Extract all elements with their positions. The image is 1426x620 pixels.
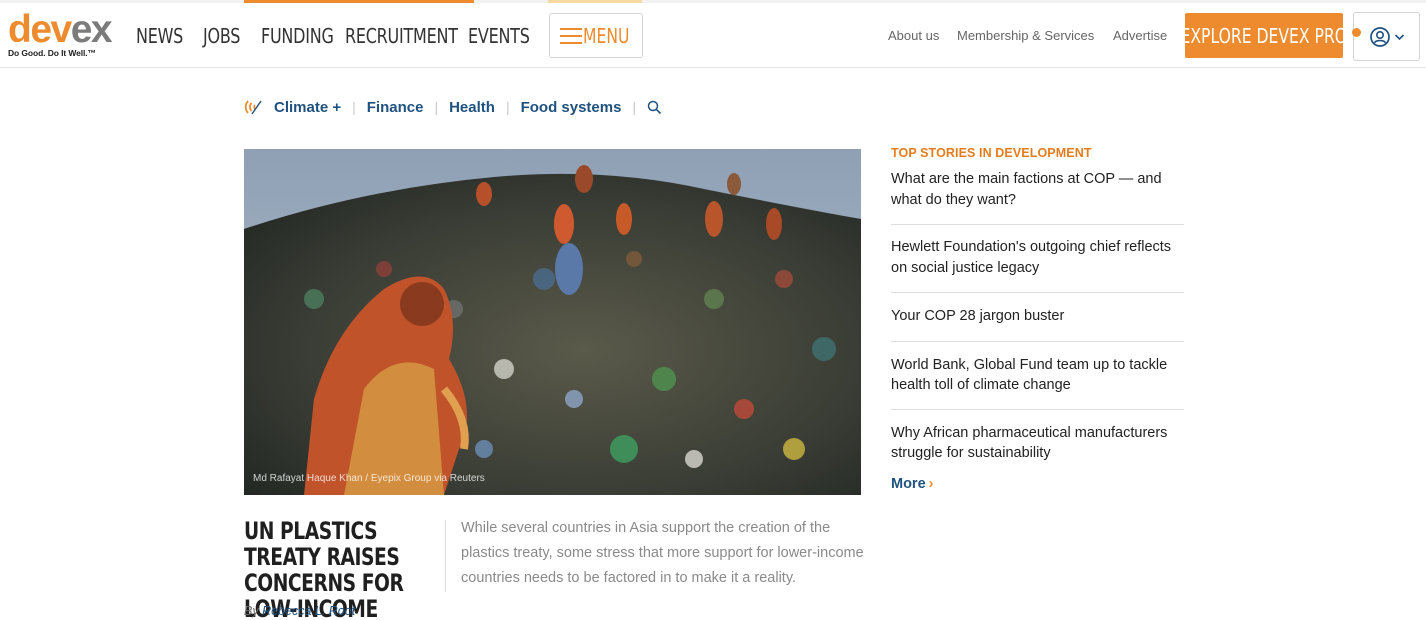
topic-separator: | [505, 99, 510, 115]
menu-label: MENU [582, 23, 629, 48]
nav-jobs[interactable]: JOBS [203, 24, 240, 48]
story-link[interactable]: Your COP 28 jargon buster [891, 293, 1184, 342]
byline-prefix: By [244, 604, 259, 618]
byline: By Rebecca L. Root [244, 604, 355, 618]
divider [445, 520, 446, 592]
notification-dot [1352, 28, 1361, 37]
devex-logo[interactable]: devex Do Good. Do It Well.™ [8, 8, 118, 59]
feature-image[interactable]: Md Rafayat Haque Khan / Eyepix Group via… [244, 149, 861, 495]
topic-separator: | [352, 99, 356, 115]
nav-funding[interactable]: FUNDING [261, 24, 334, 48]
chevron-right-icon: › [928, 475, 934, 492]
membership-services-link[interactable]: Membership & Services [957, 28, 1094, 43]
menu-button[interactable]: MENU [549, 13, 643, 58]
climate-icon [244, 100, 262, 115]
topic-separator: | [632, 99, 637, 115]
about-us-link[interactable]: About us [888, 28, 939, 43]
advertise-link[interactable]: Advertise [1113, 28, 1167, 43]
topic-climate[interactable]: Climate + [274, 99, 341, 116]
topic-bar: Climate + | Finance | Health | Food syst… [244, 96, 662, 118]
search-icon[interactable] [647, 100, 662, 115]
site-header: devex Do Good. Do It Well.™ NEWS JOBS FU… [0, 3, 1426, 68]
story-link[interactable]: World Bank, Global Fund team up to tackl… [891, 342, 1184, 410]
topic-separator: | [434, 99, 439, 115]
topic-finance[interactable]: Finance [367, 99, 424, 116]
story-link[interactable]: What are the main factions at COP — and … [891, 160, 1184, 225]
sidebar-title: TOP STORIES IN DEVELOPMENT [891, 146, 1092, 160]
feature-summary: While several countries in Asia support … [461, 520, 864, 586]
hamburger-icon [560, 27, 582, 45]
user-circle-icon [1369, 26, 1390, 47]
more-label: More [891, 475, 926, 492]
image-credit: Md Rafayat Haque Khan / Eyepix Group via… [253, 473, 485, 484]
story-link[interactable]: Why African pharmaceutical manufacturers… [891, 410, 1184, 464]
account-button[interactable] [1353, 12, 1420, 61]
nav-recruitment[interactable]: RECRUITMENT [345, 24, 458, 48]
chevron-down-icon [1394, 33, 1404, 40]
nav-news[interactable]: NEWS [136, 24, 183, 48]
logo-wordmark: devex [8, 8, 113, 51]
story-link[interactable]: Hewlett Foundation's outgoing chief refl… [891, 225, 1184, 293]
topic-health[interactable]: Health [449, 99, 495, 116]
pro-button-label: EXPLORE DEVEX PRO [1185, 23, 1343, 48]
top-stories-sidebar: TOP STORIES IN DEVELOPMENT What are the … [891, 146, 1184, 493]
more-stories-link[interactable]: More › [891, 476, 934, 492]
nav-events[interactable]: EVENTS [468, 24, 530, 48]
author-link[interactable]: Rebecca L. Root [262, 604, 355, 618]
explore-devex-pro-button[interactable]: EXPLORE DEVEX PRO [1185, 13, 1343, 58]
topic-food-systems[interactable]: Food systems [521, 99, 622, 116]
landfill-photo [244, 149, 861, 495]
